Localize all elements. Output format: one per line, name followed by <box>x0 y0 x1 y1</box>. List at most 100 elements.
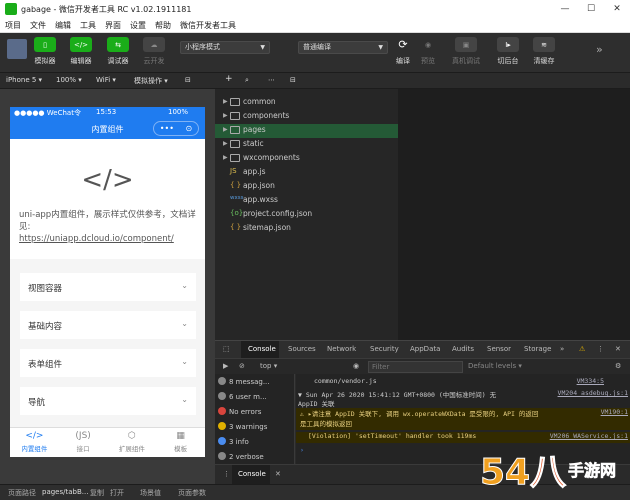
menu-edit[interactable]: 编辑 <box>55 20 71 31</box>
params-link[interactable]: 页面参数 <box>178 488 206 498</box>
search-icon[interactable]: ⌕ <box>245 76 249 85</box>
maximize-button[interactable]: ☐ <box>578 0 604 18</box>
more-dots-icon[interactable]: ••• <box>160 124 174 133</box>
compile-select[interactable]: 普通编译 ▼ <box>298 41 388 54</box>
warning-row: ⚠ ▸请注意 AppID 关联下, 调用 wx.operateWXData 是受… <box>296 408 630 430</box>
close-circle-icon[interactable]: ⊙ <box>186 124 193 133</box>
panel-toggle-icon[interactable]: ⊟ <box>185 76 191 84</box>
tab-sources[interactable]: Sources <box>288 345 316 353</box>
preview-button[interactable]: ◉ 预览 <box>414 37 442 66</box>
cloud-button[interactable]: ☁ 云开发 <box>140 37 168 66</box>
more-tabs-icon[interactable]: » <box>560 345 564 353</box>
toolbar: ▯ 模拟器 </> 编辑器 ⇆ 调试器 ☁ 云开发 小程序模式 ▼ 普通编译 ▼ ⟳… <box>0 33 630 73</box>
tree-file[interactable]: {o} project.config.json <box>215 208 398 222</box>
eye-icon[interactable]: ◉ <box>353 362 359 370</box>
clear-console-icon[interactable]: ⊘ <box>239 362 245 370</box>
open-link[interactable]: 打开 <box>110 488 124 498</box>
clear-cache-button[interactable]: ≋ 清缓存 <box>530 37 558 66</box>
list-item-basic-content[interactable]: 基础内容 ⌄ <box>20 311 196 339</box>
json-file-icon: { } <box>230 181 242 189</box>
avatar[interactable] <box>7 39 27 59</box>
filter-verbose[interactable]: 2 verbose <box>218 452 264 461</box>
background-button[interactable]: I▸ 切后台 <box>494 37 522 66</box>
menu-settings[interactable]: 设置 <box>130 20 146 31</box>
list-item-navigation[interactable]: 导航 ⌄ <box>20 387 196 415</box>
tab-components[interactable]: </> 内置组件 <box>10 428 59 457</box>
mode-select[interactable]: 小程序模式 ▼ <box>180 41 270 54</box>
tree-file[interactable]: JS app.js <box>215 166 398 180</box>
watermark-logo: 54 八 手游网 <box>480 446 630 496</box>
tab-extended[interactable]: ⬡ 扩展组件 <box>108 428 157 457</box>
tree-file[interactable]: { } sitemap.json <box>215 222 398 236</box>
tree-file[interactable]: wxss app.wxss <box>215 194 398 208</box>
menu-view[interactable]: 界面 <box>105 20 121 31</box>
menu-project[interactable]: 项目 <box>5 20 21 31</box>
collapse-icon[interactable]: ⊟ <box>290 76 296 84</box>
filter-input[interactable]: Filter <box>368 361 463 373</box>
more-vert-icon[interactable]: ⋮ <box>223 470 230 478</box>
js-file-icon: JS <box>230 167 237 175</box>
compile-button[interactable]: ⟳ 编译 <box>389 37 417 66</box>
device-select[interactable]: iPhone 5 ▾ <box>6 76 42 84</box>
drawer-tab-console[interactable]: Console <box>238 470 266 478</box>
filter-messages[interactable]: 8 messag... <box>218 377 270 386</box>
menu-tools[interactable]: 工具 <box>80 20 96 31</box>
menu-file[interactable]: 文件 <box>30 20 46 31</box>
tree-folder[interactable]: ▶ common <box>215 96 398 110</box>
sim-operation-select[interactable]: 模拟操作 ▾ <box>134 76 168 86</box>
capsule-menu[interactable]: ••• ⊙ <box>153 121 199 136</box>
list-icon <box>218 377 226 385</box>
editor-button[interactable]: </> 编辑器 <box>67 37 95 66</box>
folder-icon <box>230 140 240 148</box>
context-select[interactable]: top ▾ <box>260 362 277 370</box>
tab-network[interactable]: Network <box>327 345 356 353</box>
sidebar-toggle-icon[interactable]: ▶ <box>223 362 228 370</box>
tab-audits[interactable]: Audits <box>452 345 474 353</box>
tab-storage[interactable]: Storage <box>524 345 551 353</box>
tree-folder[interactable]: ▶ components <box>215 110 398 124</box>
levels-select[interactable]: Default levels ▾ <box>468 362 522 370</box>
close-icon[interactable]: ✕ <box>275 470 281 478</box>
menu-help[interactable]: 帮助 <box>155 20 171 31</box>
filter-errors[interactable]: No errors <box>218 407 261 416</box>
tree-folder[interactable]: ▶ static <box>215 138 398 152</box>
tree-file[interactable]: { } app.json <box>215 180 398 194</box>
tab-templates[interactable]: ▦ 模板 <box>156 428 205 457</box>
add-icon[interactable]: + <box>225 74 233 84</box>
expand-icon[interactable]: » <box>596 43 603 56</box>
tree-folder-selected[interactable]: ▶ pages <box>215 124 398 138</box>
network-select[interactable]: WiFi ▾ <box>96 76 116 84</box>
close-icon[interactable]: ✕ <box>615 345 621 353</box>
tab-appdata[interactable]: AppData <box>410 345 440 353</box>
tab-security[interactable]: Security <box>370 345 399 353</box>
tab-console[interactable]: Console <box>248 345 276 353</box>
menu-devtools[interactable]: 微信开发者工具 <box>180 20 236 31</box>
doc-link[interactable]: https://uniapp.dcloud.io/component/ <box>19 234 174 244</box>
error-icon <box>218 407 226 415</box>
caret-right-icon: ▶ <box>223 112 228 119</box>
list-item-view-containers[interactable]: 视图容器 ⌄ <box>20 273 196 301</box>
filter-warnings[interactable]: 3 warnings <box>218 422 267 431</box>
file-tree: ▶ common ▶ components ▶ pages ▶ static ▶ wxco… <box>215 89 398 340</box>
debugger-button[interactable]: ⇆ 调试器 <box>104 37 132 66</box>
tab-api[interactable]: (JS) 接口 <box>59 428 108 457</box>
tab-sensor[interactable]: Sensor <box>487 345 511 353</box>
warning-icon[interactable]: ⚠ <box>579 345 585 353</box>
close-button[interactable]: ✕ <box>604 0 630 18</box>
filter-user-messages[interactable]: 6 user m... <box>218 392 267 401</box>
tree-folder[interactable]: ▶ wxcomponents <box>215 152 398 166</box>
filter-info[interactable]: 3 info <box>218 437 249 446</box>
more-vert-icon[interactable]: ⋮ <box>597 345 604 353</box>
grid-icon: ▦ <box>176 431 185 441</box>
simulator-button[interactable]: ▯ 模拟器 <box>31 37 59 66</box>
editor-area[interactable] <box>398 89 630 340</box>
list-item-form-components[interactable]: 表单组件 ⌄ <box>20 349 196 377</box>
scene-link[interactable]: 场景值 <box>140 488 161 498</box>
copy-link[interactable]: 复制 <box>90 488 104 498</box>
gear-icon[interactable]: ⚙ <box>615 362 621 370</box>
cursor-select-icon[interactable]: ⬚ <box>223 345 230 353</box>
zoom-select[interactable]: 100% ▾ <box>56 76 82 84</box>
minimize-button[interactable]: — <box>552 0 578 18</box>
more-icon[interactable]: ⋯ <box>268 76 275 84</box>
real-debug-button[interactable]: ▣ 真机调试 <box>452 37 480 66</box>
